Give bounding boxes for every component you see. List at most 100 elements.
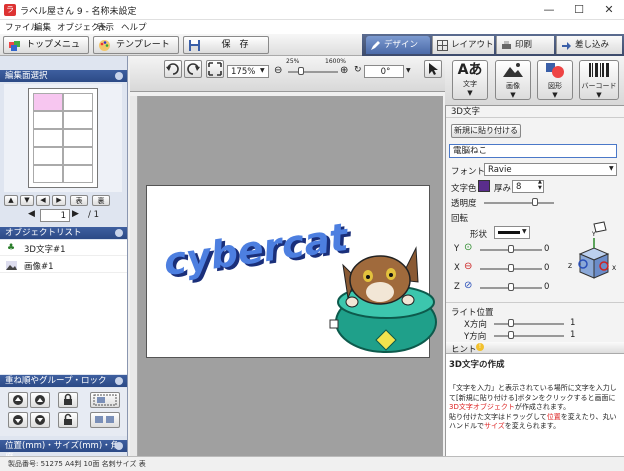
add-image-button[interactable]: 画像 ▼: [495, 60, 531, 100]
chevron-down-icon[interactable]: ▼: [609, 165, 614, 172]
zoom-out-icon[interactable]: ⊖: [274, 65, 282, 76]
axis-y-label: Y: [454, 244, 460, 254]
shape-tool-icon: [546, 63, 564, 78]
light-y-slider[interactable]: [494, 335, 564, 337]
menu-help[interactable]: ヘルプ: [121, 21, 147, 33]
front-side-button[interactable]: 表: [70, 195, 88, 206]
y-rotation-knob[interactable]: [508, 245, 514, 253]
label-cell[interactable]: [63, 147, 93, 165]
menu-view[interactable]: 表示: [97, 21, 114, 33]
axis-z-label: Z: [454, 282, 460, 292]
list-item[interactable]: ♣ 3D文字#1: [0, 240, 127, 256]
text-color-swatch[interactable]: [478, 180, 490, 192]
z-rotation-knob[interactable]: [508, 283, 514, 291]
bring-to-front-icon: [13, 395, 23, 405]
collapse-icon[interactable]: [115, 72, 123, 80]
add-shape-button[interactable]: 図形 ▼: [537, 60, 573, 100]
prev-page-icon[interactable]: ◀: [28, 209, 38, 221]
text-color-label: 文字色: [451, 184, 477, 194]
chevron-down-icon[interactable]: ▼: [522, 228, 527, 235]
collapse-icon[interactable]: [115, 229, 123, 237]
label-cell[interactable]: [33, 93, 63, 111]
zoom-value: 175%: [231, 67, 256, 77]
tab-print[interactable]: 印刷: [496, 36, 554, 54]
collapse-icon[interactable]: [115, 377, 123, 385]
angle-input[interactable]: 0°: [364, 65, 404, 78]
maximize-button[interactable]: ☐: [564, 0, 594, 20]
light-x-slider[interactable]: [494, 323, 564, 325]
lock-button[interactable]: [58, 392, 78, 408]
barcode-icon: [589, 63, 609, 77]
bring-to-front-button[interactable]: [8, 392, 28, 408]
hint-text: ハンドルで: [449, 422, 484, 430]
transparency-slider[interactable]: [484, 202, 554, 204]
vertical-ruler: [130, 96, 138, 458]
thickness-stepper[interactable]: ▲ ▼: [538, 179, 542, 191]
tab-design[interactable]: デザイン: [366, 36, 430, 54]
tab-layout[interactable]: レイアウト: [432, 36, 494, 54]
template-button[interactable]: テンプレート: [93, 36, 179, 54]
paste-new-button[interactable]: 新規に貼り付ける: [451, 124, 521, 138]
redo-button[interactable]: [184, 60, 202, 78]
chevron-down-icon[interactable]: ▼: [260, 67, 265, 74]
light-x-knob[interactable]: [508, 319, 514, 327]
back-side-button[interactable]: 裏: [92, 195, 110, 206]
add-text-button[interactable]: Aあ 文字 ▼: [452, 60, 488, 100]
zoom-slider-track[interactable]: [288, 71, 338, 73]
fit-page-button[interactable]: [206, 60, 224, 78]
label-cell[interactable]: [33, 111, 63, 129]
cat-image-object[interactable]: [328, 240, 443, 362]
printer-icon: [502, 41, 511, 49]
undo-button[interactable]: [164, 60, 182, 78]
arrow-right-icon[interactable]: ▶: [52, 195, 66, 206]
arrow-left-icon[interactable]: ◀: [36, 195, 50, 206]
next-page-icon[interactable]: ▶: [72, 209, 82, 221]
tab-merge[interactable]: 差し込み: [556, 36, 622, 54]
label-cell[interactable]: [33, 129, 63, 147]
label-cell[interactable]: [63, 129, 93, 147]
zoom-in-icon[interactable]: ⊕: [340, 65, 348, 76]
send-backward-button[interactable]: [30, 412, 50, 428]
close-button[interactable]: ✕: [594, 0, 624, 20]
send-backward-icon: [35, 415, 45, 425]
arrow-up-icon[interactable]: ▲: [4, 195, 18, 206]
unlock-button[interactable]: [58, 412, 78, 428]
chevron-down-icon[interactable]: ▼: [406, 67, 411, 74]
total-pages: / 1: [88, 210, 99, 220]
page-number-input[interactable]: 1: [40, 209, 70, 222]
tab-layout-label: レイアウト: [451, 40, 494, 50]
top-menu-button[interactable]: トップメニュー: [3, 36, 89, 66]
transparency-knob[interactable]: [532, 198, 538, 206]
ungroup-button[interactable]: [90, 412, 120, 428]
x-rotation-knob[interactable]: [508, 264, 514, 272]
menu-edit[interactable]: 編集: [34, 21, 51, 33]
bring-forward-button[interactable]: [30, 392, 50, 408]
label-cell[interactable]: [33, 165, 63, 183]
angle-value: 0°: [380, 67, 391, 77]
list-item[interactable]: 画像#1: [0, 257, 127, 273]
pointer-arrow-icon: [429, 63, 438, 75]
light-y-knob[interactable]: [508, 331, 514, 339]
save-button[interactable]: 保 存: [183, 36, 269, 54]
select-tool-button[interactable]: [424, 60, 442, 78]
label-cell[interactable]: [33, 147, 63, 165]
redo-icon: [187, 63, 200, 75]
send-to-back-button[interactable]: [8, 412, 28, 428]
light-x-value: 1: [570, 318, 576, 328]
label-cell[interactable]: [63, 93, 93, 111]
zoom-slider-knob[interactable]: [298, 67, 304, 75]
light-y-label: Y方向: [464, 332, 487, 342]
minimize-button[interactable]: —: [534, 0, 564, 20]
page-select-header: 編集面選択: [0, 70, 127, 82]
page-thumbnail[interactable]: [28, 88, 98, 188]
add-barcode-button[interactable]: バーコード ▼: [579, 60, 619, 100]
light-x-label: X方向: [464, 320, 487, 330]
group-button[interactable]: [90, 392, 120, 408]
arrow-down-icon[interactable]: ▼: [20, 195, 34, 206]
collapse-icon[interactable]: [115, 442, 123, 450]
font-select[interactable]: Ravie: [484, 163, 617, 176]
label-cell[interactable]: [63, 111, 93, 129]
text-input[interactable]: 電脳ねこ: [449, 144, 617, 158]
zoom-min-label: 25%: [286, 58, 300, 65]
label-cell[interactable]: [63, 165, 93, 183]
